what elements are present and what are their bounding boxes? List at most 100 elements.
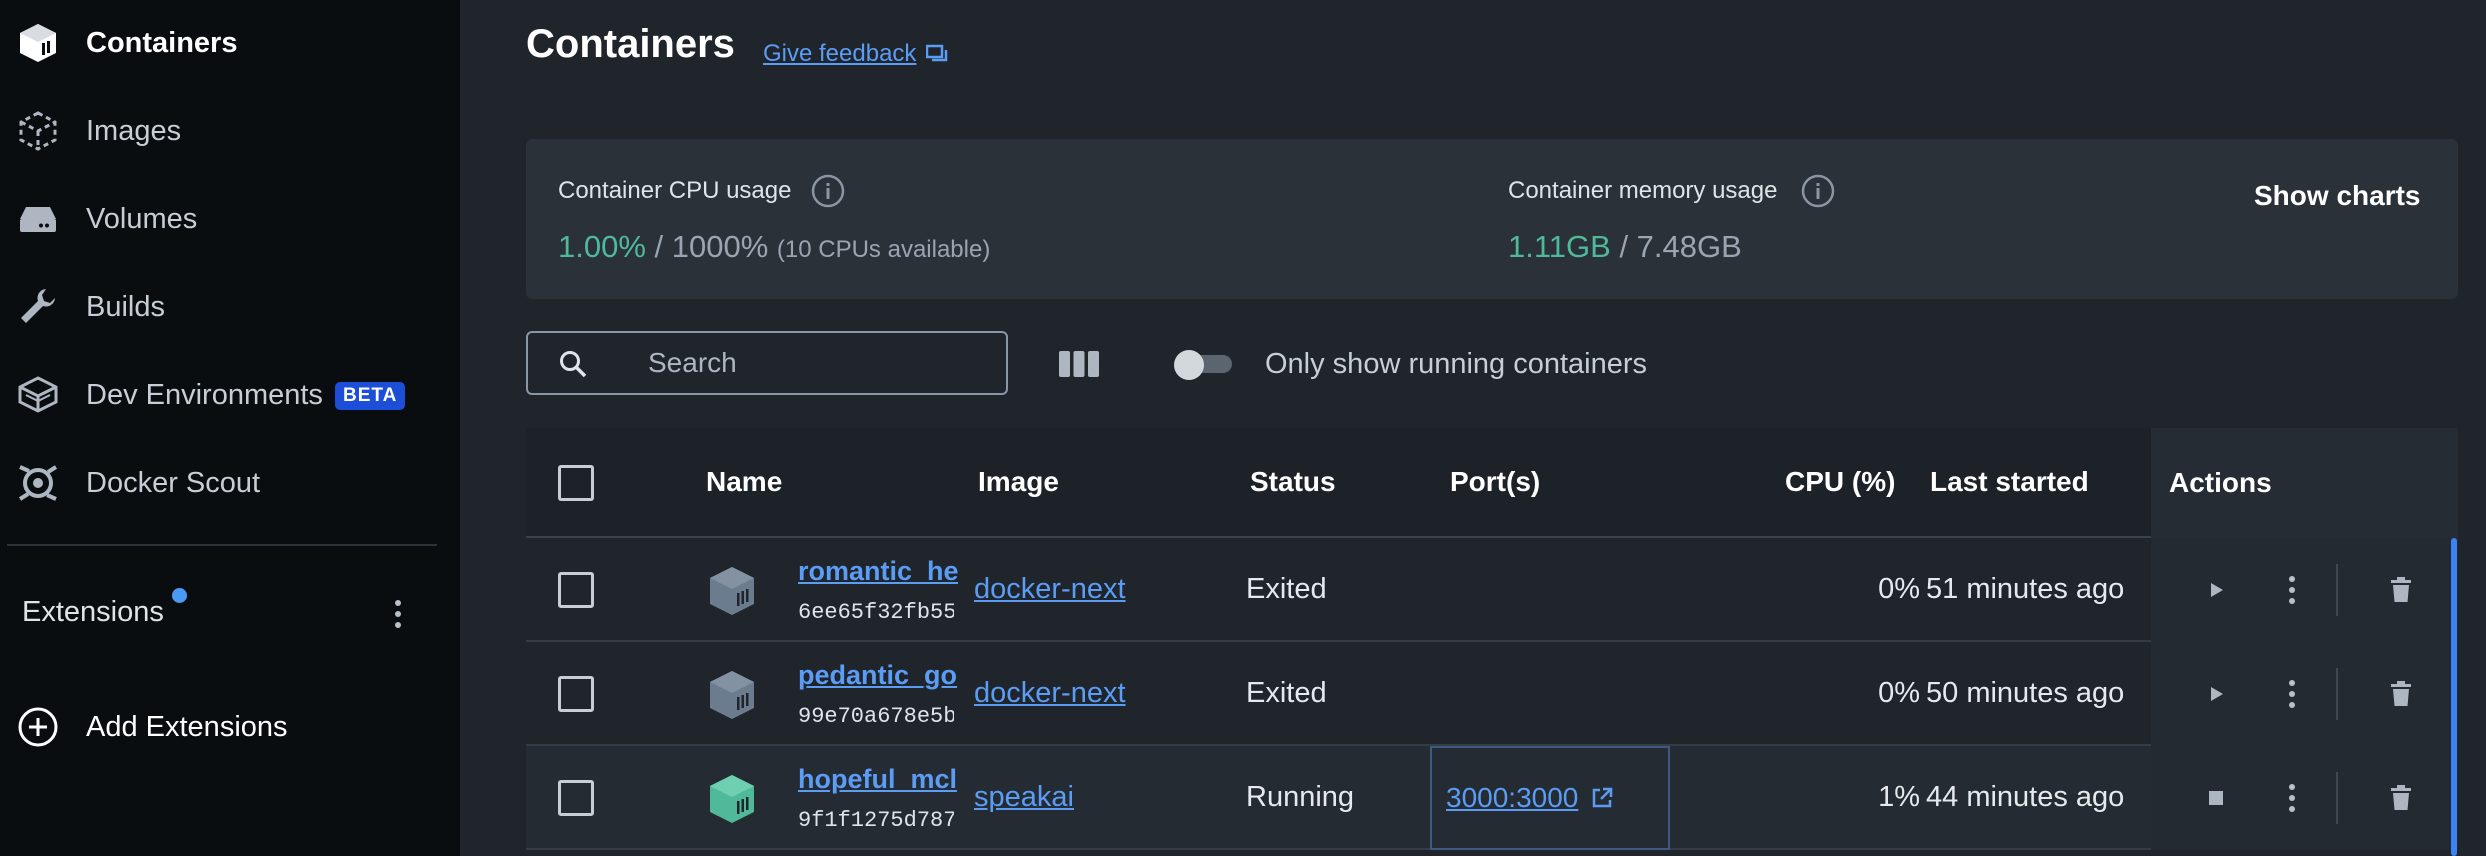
- delete-button[interactable]: [2377, 670, 2425, 718]
- column-header-last-started[interactable]: Last started: [1930, 466, 2089, 498]
- port-link[interactable]: 3000:3000: [1430, 746, 1670, 850]
- memory-usage-label: Container memory usage: [1508, 177, 1778, 204]
- table-row[interactable]: romantic_he 6ee65f32fb55 docker-next Exi…: [526, 538, 2458, 642]
- beta-badge: BETA: [335, 382, 406, 410]
- row-checkbox[interactable]: [558, 676, 594, 712]
- give-feedback-label: Give feedback: [763, 40, 917, 67]
- sidebar: Containers Images Volumes Builds Dev Env…: [0, 0, 460, 856]
- actions-divider: [2336, 668, 2338, 720]
- search-input[interactable]: [648, 333, 988, 393]
- trash-icon: [2391, 681, 2411, 706]
- containers-icon: [14, 19, 62, 67]
- column-header-image[interactable]: Image: [978, 466, 1059, 498]
- sidebar-item-label: Dev Environments: [86, 378, 323, 411]
- memory-used: 1.11GB: [1508, 229, 1611, 264]
- search-icon: [560, 351, 587, 378]
- table-row[interactable]: hopeful_mcl 9f1f1275d787 speakai Running…: [526, 746, 2458, 850]
- stop-icon: [2209, 791, 2223, 805]
- container-last-started: 44 minutes ago: [1926, 781, 2125, 813]
- memory-separator: /: [1610, 229, 1637, 264]
- actions-divider: [2336, 564, 2338, 616]
- container-status: Exited: [1246, 677, 1327, 709]
- container-image-link[interactable]: docker-next: [974, 677, 1126, 710]
- sidebar-item-label: Docker Scout: [86, 466, 261, 499]
- cpu-info-icon[interactable]: [810, 173, 846, 209]
- toggle-knob: [1174, 350, 1204, 380]
- external-link-icon: [1593, 787, 1613, 808]
- volumes-icon: [14, 195, 62, 243]
- dev-environments-icon: [14, 371, 62, 419]
- trash-icon: [2391, 785, 2411, 810]
- container-cpu: 1%: [1878, 781, 1920, 813]
- container-last-started: 50 minutes ago: [1926, 677, 2125, 709]
- memory-total: 7.48GB: [1636, 229, 1742, 264]
- sidebar-divider: [7, 544, 437, 546]
- start-button[interactable]: [2192, 566, 2240, 614]
- cpu-usage-value: 1.00% / 1000% (10 CPUs available): [558, 229, 990, 265]
- extensions-heading: Extensions: [22, 596, 164, 628]
- sidebar-item-label: Volumes: [86, 202, 198, 235]
- container-name-link[interactable]: pedantic_go: [798, 660, 958, 691]
- container-image-link[interactable]: docker-next: [974, 573, 1126, 606]
- column-header-actions: Actions: [2169, 467, 2272, 498]
- container-cpu: 0%: [1878, 677, 1920, 709]
- memory-usage-value: 1.11GB / 7.48GB: [1508, 229, 1742, 265]
- give-feedback-link[interactable]: Give feedback: [763, 40, 948, 68]
- container-running-icon: [710, 775, 754, 823]
- running-containers-toggle[interactable]: [1174, 350, 1236, 380]
- stop-button[interactable]: [2192, 774, 2240, 822]
- container-status: Exited: [1246, 573, 1327, 605]
- select-all-checkbox[interactable]: [558, 465, 594, 501]
- container-name-link[interactable]: hopeful_mcl: [798, 764, 958, 795]
- row-more-button[interactable]: [2272, 566, 2312, 614]
- add-extensions-label: Add Extensions: [86, 710, 288, 743]
- feedback-icon: [926, 44, 948, 62]
- row-checkbox[interactable]: [558, 780, 594, 816]
- start-button[interactable]: [2192, 670, 2240, 718]
- sidebar-item-label: Images: [86, 114, 182, 147]
- cpu-available-note: (10 CPUs available): [776, 236, 991, 263]
- table-scrollbar[interactable]: [2451, 538, 2457, 856]
- column-header-status[interactable]: Status: [1250, 466, 1336, 498]
- sidebar-item-images[interactable]: Images: [0, 101, 460, 161]
- table-row[interactable]: pedantic_go 99e70a678e5b docker-next Exi…: [526, 642, 2458, 746]
- sidebar-item-volumes[interactable]: Volumes: [0, 189, 460, 249]
- delete-button[interactable]: [2377, 566, 2425, 614]
- row-more-button[interactable]: [2272, 670, 2312, 718]
- delete-button[interactable]: [2377, 774, 2425, 822]
- row-checkbox[interactable]: [558, 572, 594, 608]
- container-name-link[interactable]: romantic_he: [798, 556, 958, 587]
- cpu-separator: /: [645, 229, 672, 264]
- sidebar-item-builds[interactable]: Builds: [0, 277, 460, 337]
- running-toggle-label: Only show running containers: [1265, 348, 1648, 380]
- column-header-name[interactable]: Name: [706, 466, 782, 498]
- trash-icon: [2391, 577, 2411, 602]
- cpu-used: 1.00%: [558, 229, 646, 264]
- row-more-button[interactable]: [2272, 774, 2312, 822]
- column-header-ports[interactable]: Port(s): [1450, 466, 1540, 498]
- sidebar-item-docker-scout[interactable]: Docker Scout: [0, 453, 460, 513]
- cpu-usage-label: Container CPU usage: [558, 177, 792, 204]
- container-status: Running: [1246, 781, 1355, 813]
- actions-divider: [2336, 772, 2338, 824]
- cpu-total: 1000%: [671, 229, 769, 264]
- show-charts-button[interactable]: Show charts: [2254, 180, 2420, 212]
- extensions-menu-button[interactable]: [378, 590, 418, 638]
- container-exited-icon: [710, 671, 754, 719]
- container-id: 9f1f1275d787: [798, 808, 954, 833]
- columns-toggle-icon[interactable]: [1055, 346, 1103, 382]
- column-header-cpu[interactable]: CPU (%): [1785, 466, 1895, 498]
- container-exited-icon: [710, 567, 754, 615]
- memory-info-icon[interactable]: [1800, 173, 1836, 209]
- wrench-icon: [14, 283, 62, 331]
- sidebar-item-containers[interactable]: Containers: [0, 13, 460, 73]
- docker-scout-icon: [14, 459, 62, 507]
- container-id: 99e70a678e5b: [798, 704, 954, 729]
- extensions-notification-dot: [172, 588, 187, 603]
- sidebar-item-dev-environments[interactable]: Dev Environments BETA: [0, 365, 460, 425]
- images-icon: [14, 107, 62, 155]
- add-extensions-button[interactable]: Add Extensions: [0, 697, 460, 757]
- port-mapping: 3000:3000: [1446, 782, 1579, 813]
- play-icon: [2211, 687, 2223, 701]
- container-image-link[interactable]: speakai: [974, 781, 1074, 814]
